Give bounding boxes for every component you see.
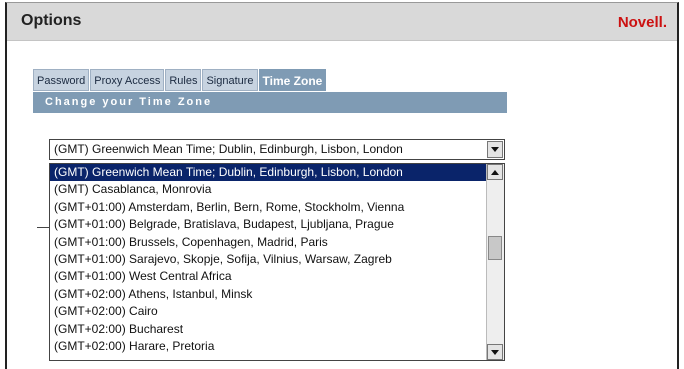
scroll-down-button[interactable]	[487, 344, 503, 360]
page-title: Options	[21, 12, 82, 29]
divider	[37, 227, 49, 228]
options-tabs: Password Proxy Access Rules Signature Ti…	[33, 69, 327, 92]
brand-logo: Novell.	[617, 14, 667, 31]
timezone-option[interactable]: (GMT+01:00) Sarajevo, Skopje, Sofija, Vi…	[50, 251, 486, 268]
timezone-select[interactable]: (GMT) Greenwich Mean Time; Dublin, Edinb…	[49, 139, 505, 160]
header-bar: Options Novell.	[7, 3, 677, 41]
chevron-down-icon	[491, 349, 499, 355]
timezone-option[interactable]: (GMT+01:00) Belgrade, Bratislava, Budape…	[50, 216, 486, 233]
timezone-select-value: (GMT) Greenwich Mean Time; Dublin, Edinb…	[54, 142, 403, 156]
timezone-option[interactable]: (GMT+01:00) West Central Africa	[50, 268, 486, 285]
tab-signature[interactable]: Signature	[202, 69, 258, 91]
timezone-dropdown-list[interactable]: (GMT) Greenwich Mean Time; Dublin, Edinb…	[49, 163, 505, 361]
dropdown-arrow-button[interactable]	[487, 141, 503, 158]
options-window: Options Novell. Password Proxy Access Ru…	[5, 2, 679, 369]
timezone-option[interactable]: (GMT+01:00) Brussels, Copenhagen, Madrid…	[50, 234, 486, 251]
dropdown-scrollbar[interactable]	[486, 164, 504, 360]
timezone-option[interactable]: (GMT+01:00) Amsterdam, Berlin, Bern, Rom…	[50, 199, 486, 216]
tab-proxy-access[interactable]: Proxy Access	[90, 69, 165, 91]
timezone-option[interactable]: (GMT+02:00) Bucharest	[50, 321, 486, 338]
timezone-options: (GMT) Greenwich Mean Time; Dublin, Edinb…	[50, 164, 486, 355]
tab-rules[interactable]: Rules	[165, 69, 202, 91]
timezone-option[interactable]: (GMT+02:00) Harare, Pretoria	[50, 338, 486, 355]
chevron-up-icon	[491, 169, 499, 175]
scrollbar-thumb[interactable]	[488, 236, 502, 260]
scroll-up-button[interactable]	[487, 164, 503, 180]
tab-password[interactable]: Password	[33, 69, 90, 91]
tab-time-zone[interactable]: Time Zone	[258, 69, 327, 91]
section-title: Change your Time Zone	[33, 92, 507, 113]
timezone-option[interactable]: (GMT+02:00) Athens, Istanbul, Minsk	[50, 286, 486, 303]
timezone-option[interactable]: (GMT) Greenwich Mean Time; Dublin, Edinb…	[50, 164, 486, 182]
chevron-down-icon	[491, 147, 499, 152]
timezone-option[interactable]: (GMT) Casablanca, Monrovia	[50, 181, 486, 198]
timezone-option[interactable]: (GMT+02:00) Cairo	[50, 303, 486, 320]
